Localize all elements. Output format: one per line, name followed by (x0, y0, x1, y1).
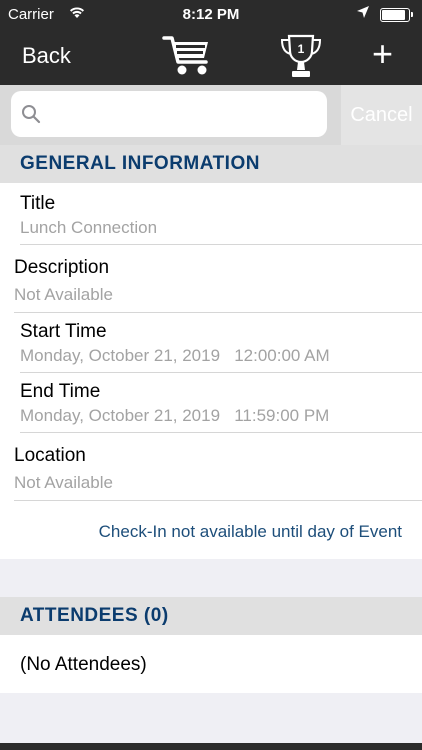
description-row: Description Not Available (0, 245, 422, 312)
search-field[interactable] (11, 91, 327, 137)
end-time-value: Monday, October 21, 2019 11:59:00 PM (20, 406, 330, 425)
search-input[interactable] (51, 99, 317, 129)
status-bar: Carrier 8:12 PM (0, 0, 422, 30)
trophy-icon[interactable]: 1 (279, 33, 323, 84)
start-time-label: Start Time (20, 321, 107, 342)
search-icon (21, 104, 41, 129)
search-bar: Cancel (0, 85, 422, 145)
end-time-label: End Time (20, 381, 101, 402)
back-button[interactable]: Back (22, 43, 71, 69)
start-time-value: Monday, October 21, 2019 12:00:00 AM (20, 346, 330, 365)
location-row: Location Not Available (0, 433, 422, 500)
shopping-cart-icon[interactable] (162, 32, 212, 83)
end-time-row: End Time Monday, October 21, 2019 11:59:… (0, 373, 422, 432)
nav-bar: Back 1 + (0, 30, 422, 85)
no-attendees-text: (No Attendees) (20, 654, 147, 675)
title-label: Title (20, 193, 56, 214)
add-button[interactable]: + (372, 36, 393, 72)
general-information-header: GENERAL INFORMATION (0, 145, 422, 183)
location-value: Not Available (14, 473, 113, 492)
trophy-badge: 1 (298, 42, 305, 56)
attendees-header: ATTENDEES (0) (0, 597, 422, 635)
description-label: Description (14, 257, 110, 278)
title-value: Lunch Connection (20, 218, 158, 237)
cancel-button[interactable]: Cancel (341, 85, 422, 145)
battery-fill (382, 10, 406, 20)
location-label: Location (14, 445, 86, 466)
battery-icon (380, 8, 413, 22)
attendees-panel: (No Attendees) (0, 635, 422, 693)
bottom-bar (0, 743, 422, 750)
divider (14, 500, 422, 501)
general-information-panel: Title Lunch Connection Description Not A… (0, 183, 422, 559)
description-value: Not Available (14, 285, 113, 304)
start-time-row: Start Time Monday, October 21, 2019 12:0… (0, 313, 422, 372)
top-bar: Carrier 8:12 PM Back 1 + (0, 0, 422, 85)
location-arrow-icon (356, 5, 370, 23)
check-in-note: Check-In not available until day of Even… (98, 522, 402, 541)
title-row: Title Lunch Connection (0, 183, 422, 244)
